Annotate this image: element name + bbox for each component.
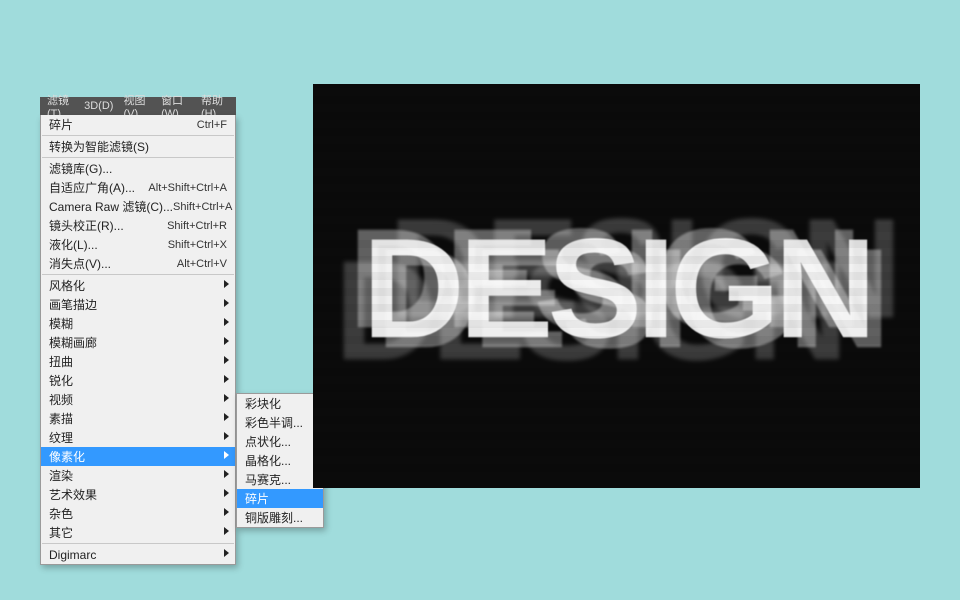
menu-item-label: 杂色 <box>49 505 227 522</box>
menu-item[interactable]: 消失点(V)...Alt+Ctrl+V <box>41 254 235 273</box>
filter-dropdown: 碎片Ctrl+F转换为智能滤镜(S)滤镜库(G)...自适应广角(A)...Al… <box>40 115 236 565</box>
menu-item[interactable]: 像素化 <box>41 447 235 466</box>
menu-item[interactable]: 滤镜库(G)... <box>41 159 235 178</box>
chevron-right-icon <box>224 508 229 516</box>
submenu-item-label: 碎片 <box>245 490 315 507</box>
chevron-right-icon <box>224 451 229 459</box>
menu-item-label: 碎片 <box>49 116 197 133</box>
chevron-right-icon <box>224 470 229 478</box>
submenu-item-label: 马赛克... <box>245 471 315 488</box>
chevron-right-icon <box>224 337 229 345</box>
menu-item[interactable]: 液化(L)...Shift+Ctrl+X <box>41 235 235 254</box>
menu-separator <box>42 157 234 158</box>
chevron-right-icon <box>224 432 229 440</box>
chevron-right-icon <box>224 549 229 557</box>
menu-item[interactable]: 转换为智能滤镜(S) <box>41 137 235 156</box>
menu-item[interactable]: 素描 <box>41 409 235 428</box>
menu-item-label: 艺术效果 <box>49 486 227 503</box>
menu-item[interactable]: 纹理 <box>41 428 235 447</box>
menu-item[interactable]: 艺术效果 <box>41 485 235 504</box>
submenu-item[interactable]: 点状化... <box>237 432 323 451</box>
menu-item[interactable]: 其它 <box>41 523 235 542</box>
menu-item-label: 模糊画廊 <box>49 334 227 351</box>
canvas-text-ghost: DESIGN <box>348 197 856 361</box>
menu-item-label: 扭曲 <box>49 353 227 370</box>
app-menubar: 滤镜(T) 3D(D) 视图(V) 窗口(W) 帮助(H) <box>40 97 236 115</box>
submenu-item[interactable]: 铜版雕刻... <box>237 508 323 527</box>
document-canvas: DESIGN DESIGN DESIGN DESIGN DESIGN <box>313 84 920 488</box>
menubar-item-3d[interactable]: 3D(D) <box>79 100 118 112</box>
menu-item[interactable]: 碎片Ctrl+F <box>41 115 235 134</box>
menu-item-label: 转换为智能滤镜(S) <box>49 138 227 155</box>
menu-item[interactable]: 自适应广角(A)...Alt+Shift+Ctrl+A <box>41 178 235 197</box>
chevron-right-icon <box>224 489 229 497</box>
menu-item[interactable]: 视频 <box>41 390 235 409</box>
submenu-item[interactable]: 彩色半调... <box>237 413 323 432</box>
menu-separator <box>42 543 234 544</box>
menu-item-shortcut: Shift+Ctrl+R <box>167 220 227 232</box>
menu-item-shortcut: Alt+Ctrl+V <box>177 258 227 270</box>
menu-item-label: 画笔描边 <box>49 296 227 313</box>
menu-item-label: 渲染 <box>49 467 227 484</box>
submenu-item[interactable]: 彩块化 <box>237 394 323 413</box>
submenu-item-label: 彩色半调... <box>245 414 315 431</box>
submenu-item-label: 彩块化 <box>245 395 315 412</box>
canvas-text-ghost: DESIGN <box>334 229 842 393</box>
menu-item[interactable]: 模糊画廊 <box>41 333 235 352</box>
menu-item-label: 自适应广角(A)... <box>49 179 148 196</box>
canvas-text-ghost: DESIGN <box>376 217 884 381</box>
menu-item-label: 滤镜库(G)... <box>49 160 227 177</box>
menu-item[interactable]: Camera Raw 滤镜(C)...Shift+Ctrl+A <box>41 197 235 216</box>
menu-item-label: Camera Raw 滤镜(C)... <box>49 198 173 215</box>
submenu-item[interactable]: 晶格化... <box>237 451 323 470</box>
submenu-item-label: 铜版雕刻... <box>245 509 315 526</box>
menu-separator <box>42 135 234 136</box>
chevron-right-icon <box>224 299 229 307</box>
menu-item-shortcut: Alt+Shift+Ctrl+A <box>148 182 227 194</box>
canvas-text-ghost: DESIGN <box>388 187 896 351</box>
menu-item[interactable]: 杂色 <box>41 504 235 523</box>
menu-separator <box>42 274 234 275</box>
menu-item-label: 模糊 <box>49 315 227 332</box>
menu-item-shortcut: Ctrl+F <box>197 119 227 131</box>
menu-item-shortcut: Shift+Ctrl+X <box>168 239 227 251</box>
submenu-item[interactable]: 马赛克... <box>237 470 323 489</box>
chevron-right-icon <box>224 280 229 288</box>
canvas-text: DESIGN <box>362 207 870 371</box>
menu-item-label: 液化(L)... <box>49 236 168 253</box>
menu-item-label: Digimarc <box>49 548 227 562</box>
menu-item-label: 素描 <box>49 410 227 427</box>
menu-item-label: 像素化 <box>49 448 227 465</box>
menu-item[interactable]: 渲染 <box>41 466 235 485</box>
menu-item-label: 消失点(V)... <box>49 255 177 272</box>
menu-item-label: 锐化 <box>49 372 227 389</box>
menu-item-label: 其它 <box>49 524 227 541</box>
menu-item[interactable]: Digimarc <box>41 545 235 564</box>
menu-item-label: 风格化 <box>49 277 227 294</box>
menu-item[interactable]: 画笔描边 <box>41 295 235 314</box>
chevron-right-icon <box>224 394 229 402</box>
menu-item-label: 视频 <box>49 391 227 408</box>
menu-item[interactable]: 锐化 <box>41 371 235 390</box>
chevron-right-icon <box>224 413 229 421</box>
menu-item-shortcut: Shift+Ctrl+A <box>173 201 232 213</box>
menu-item[interactable]: 镜头校正(R)...Shift+Ctrl+R <box>41 216 235 235</box>
submenu-item-label: 点状化... <box>245 433 315 450</box>
submenu-item-label: 晶格化... <box>245 452 315 469</box>
chevron-right-icon <box>224 318 229 326</box>
chevron-right-icon <box>224 356 229 364</box>
chevron-right-icon <box>224 375 229 383</box>
menu-item-label: 纹理 <box>49 429 227 446</box>
pixelate-submenu: 彩块化彩色半调... 点状化... 晶格化... 马赛克... 碎片铜版雕刻... <box>236 393 324 528</box>
menu-item[interactable]: 风格化 <box>41 276 235 295</box>
menu-item-label: 镜头校正(R)... <box>49 217 167 234</box>
menu-item[interactable]: 模糊 <box>41 314 235 333</box>
submenu-item[interactable]: 碎片 <box>237 489 323 508</box>
chevron-right-icon <box>224 527 229 535</box>
menu-item[interactable]: 扭曲 <box>41 352 235 371</box>
